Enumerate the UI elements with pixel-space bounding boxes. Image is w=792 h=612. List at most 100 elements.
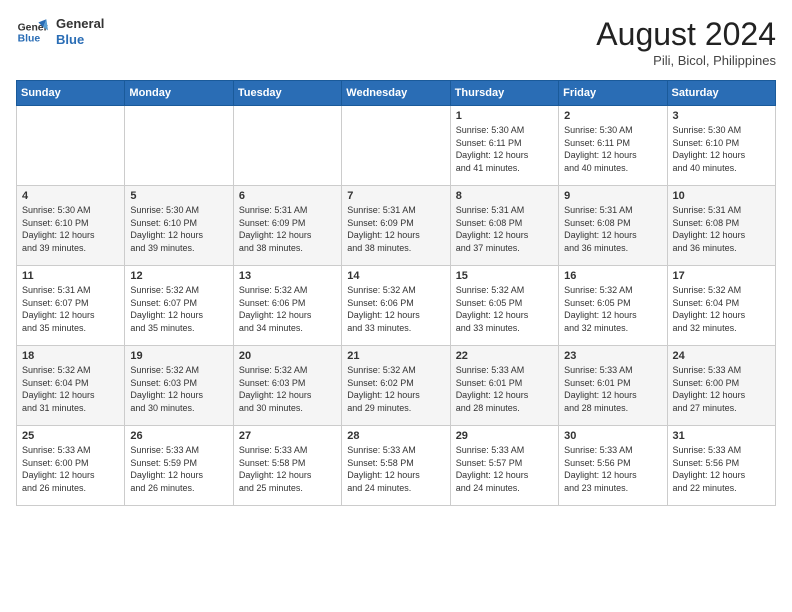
day-info: Sunrise: 5:31 AM Sunset: 6:08 PM Dayligh…: [456, 204, 553, 254]
calendar-cell: 29Sunrise: 5:33 AM Sunset: 5:57 PM Dayli…: [450, 426, 558, 506]
location-subtitle: Pili, Bicol, Philippines: [596, 53, 776, 68]
day-number: 11: [22, 270, 119, 282]
calendar-cell: 1Sunrise: 5:30 AM Sunset: 6:11 PM Daylig…: [450, 106, 558, 186]
day-number: 19: [130, 350, 227, 362]
day-number: 3: [673, 110, 770, 122]
day-info: Sunrise: 5:32 AM Sunset: 6:04 PM Dayligh…: [673, 284, 770, 334]
day-info: Sunrise: 5:32 AM Sunset: 6:05 PM Dayligh…: [456, 284, 553, 334]
day-info: Sunrise: 5:30 AM Sunset: 6:11 PM Dayligh…: [564, 124, 661, 174]
day-info: Sunrise: 5:33 AM Sunset: 5:56 PM Dayligh…: [564, 444, 661, 494]
day-info: Sunrise: 5:33 AM Sunset: 6:01 PM Dayligh…: [456, 364, 553, 414]
calendar-cell: 8Sunrise: 5:31 AM Sunset: 6:08 PM Daylig…: [450, 186, 558, 266]
day-number: 10: [673, 190, 770, 202]
day-number: 6: [239, 190, 336, 202]
day-info: Sunrise: 5:31 AM Sunset: 6:09 PM Dayligh…: [239, 204, 336, 254]
day-info: Sunrise: 5:33 AM Sunset: 5:56 PM Dayligh…: [673, 444, 770, 494]
day-header-sunday: Sunday: [17, 81, 125, 106]
day-number: 20: [239, 350, 336, 362]
calendar-cell: [233, 106, 341, 186]
day-info: Sunrise: 5:31 AM Sunset: 6:07 PM Dayligh…: [22, 284, 119, 334]
day-header-thursday: Thursday: [450, 81, 558, 106]
svg-text:Blue: Blue: [18, 34, 41, 45]
day-info: Sunrise: 5:33 AM Sunset: 6:01 PM Dayligh…: [564, 364, 661, 414]
day-number: 4: [22, 190, 119, 202]
day-info: Sunrise: 5:33 AM Sunset: 5:58 PM Dayligh…: [239, 444, 336, 494]
calendar-cell: 11 Sunrise: 5:31 AM Sunset: 6:07 PM Dayli…: [17, 266, 125, 346]
day-info: Sunrise: 5:31 AM Sunset: 6:09 PM Dayligh…: [347, 204, 444, 254]
logo-text-general: General: [56, 16, 104, 32]
calendar-week-2: 4 Sunrise: 5:30 AM Sunset: 6:10 PM Daylig…: [17, 186, 776, 266]
calendar-cell: 23 Sunrise: 5:33 AM Sunset: 6:01 PM Dayli…: [559, 346, 667, 426]
calendar-cell: [125, 106, 233, 186]
calendar-table: SundayMondayTuesdayWednesdayThursdayFrid…: [16, 80, 776, 506]
day-number: 27: [239, 430, 336, 442]
day-info: Sunrise: 5:32 AM Sunset: 6:07 PM Dayligh…: [130, 284, 227, 334]
day-info: Sunrise: 5:32 AM Sunset: 6:06 PM Dayligh…: [347, 284, 444, 334]
calendar-cell: 24 Sunrise: 5:33 AM Sunset: 6:00 PM Dayli…: [667, 346, 775, 426]
calendar-week-4: 18 Sunrise: 5:32 AM Sunset: 6:04 PM Dayli…: [17, 346, 776, 426]
calendar-cell: 2 Sunrise: 5:30 AM Sunset: 6:11 PM Daylig…: [559, 106, 667, 186]
day-number: 29: [456, 430, 553, 442]
day-number: 1: [456, 110, 553, 122]
calendar-cell: [17, 106, 125, 186]
calendar-cell: 7 Sunrise: 5:31 AM Sunset: 6:09 PM Daylig…: [342, 186, 450, 266]
day-number: 9: [564, 190, 661, 202]
day-number: 23: [564, 350, 661, 362]
day-number: 26: [130, 430, 227, 442]
day-number: 12: [130, 270, 227, 282]
day-header-monday: Monday: [125, 81, 233, 106]
day-number: 24: [673, 350, 770, 362]
calendar-cell: 30 Sunrise: 5:33 AM Sunset: 5:56 PM Dayli…: [559, 426, 667, 506]
day-number: 25: [22, 430, 119, 442]
day-number: 18: [22, 350, 119, 362]
day-number: 7: [347, 190, 444, 202]
calendar-cell: 14 Sunrise: 5:32 AM Sunset: 6:06 PM Dayli…: [342, 266, 450, 346]
day-info: Sunrise: 5:33 AM Sunset: 6:00 PM Dayligh…: [22, 444, 119, 494]
day-info: Sunrise: 5:32 AM Sunset: 6:03 PM Dayligh…: [130, 364, 227, 414]
title-block: August 2024 Pili, Bicol, Philippines: [596, 16, 776, 68]
calendar-cell: 6 Sunrise: 5:31 AM Sunset: 6:09 PM Daylig…: [233, 186, 341, 266]
day-info: Sunrise: 5:31 AM Sunset: 6:08 PM Dayligh…: [564, 204, 661, 254]
day-number: 31: [673, 430, 770, 442]
logo: General Blue General Blue: [16, 16, 104, 48]
day-info: Sunrise: 5:33 AM Sunset: 6:00 PM Dayligh…: [673, 364, 770, 414]
day-number: 30: [564, 430, 661, 442]
day-info: Sunrise: 5:33 AM Sunset: 5:59 PM Dayligh…: [130, 444, 227, 494]
day-header-tuesday: Tuesday: [233, 81, 341, 106]
day-number: 14: [347, 270, 444, 282]
day-number: 28: [347, 430, 444, 442]
calendar-cell: 13Sunrise: 5:32 AM Sunset: 6:06 PM Dayli…: [233, 266, 341, 346]
day-number: 2: [564, 110, 661, 122]
calendar-cell: 15 Sunrise: 5:32 AM Sunset: 6:05 PM Dayli…: [450, 266, 558, 346]
logo-text-blue: Blue: [56, 32, 104, 48]
day-info: Sunrise: 5:30 AM Sunset: 6:10 PM Dayligh…: [673, 124, 770, 174]
calendar-cell: 19 Sunrise: 5:32 AM Sunset: 6:03 PM Dayli…: [125, 346, 233, 426]
day-number: 15: [456, 270, 553, 282]
calendar-cell: 25 Sunrise: 5:33 AM Sunset: 6:00 PM Dayli…: [17, 426, 125, 506]
calendar-week-3: 11 Sunrise: 5:31 AM Sunset: 6:07 PM Dayli…: [17, 266, 776, 346]
day-info: Sunrise: 5:32 AM Sunset: 6:05 PM Dayligh…: [564, 284, 661, 334]
day-info: Sunrise: 5:30 AM Sunset: 6:10 PM Dayligh…: [130, 204, 227, 254]
day-info: Sunrise: 5:30 AM Sunset: 6:10 PM Dayligh…: [22, 204, 119, 254]
page-header: General Blue General Blue August 2024 Pi…: [16, 16, 776, 68]
calendar-cell: 28Sunrise: 5:33 AM Sunset: 5:58 PM Dayli…: [342, 426, 450, 506]
day-headers-row: SundayMondayTuesdayWednesdayThursdayFrid…: [17, 81, 776, 106]
day-header-saturday: Saturday: [667, 81, 775, 106]
day-number: 13: [239, 270, 336, 282]
day-info: Sunrise: 5:32 AM Sunset: 6:04 PM Dayligh…: [22, 364, 119, 414]
calendar-cell: 5Sunrise: 5:30 AM Sunset: 6:10 PM Daylig…: [125, 186, 233, 266]
calendar-week-1: 1 Sunrise: 5:30 AM Sunset: 6:11 PM Daylig…: [17, 106, 776, 186]
calendar-cell: 26 Sunrise: 5:33 AM Sunset: 5:59 PM Dayli…: [125, 426, 233, 506]
logo-icon: General Blue: [16, 16, 48, 48]
calendar-cell: 3 Sunrise: 5:30 AM Sunset: 6:10 PM Daylig…: [667, 106, 775, 186]
calendar-cell: 12 Sunrise: 5:32 AM Sunset: 6:07 PM Dayli…: [125, 266, 233, 346]
calendar-cell: 10Sunrise: 5:31 AM Sunset: 6:08 PM Dayli…: [667, 186, 775, 266]
month-year-title: August 2024: [596, 16, 776, 53]
calendar-cell: 17Sunrise: 5:32 AM Sunset: 6:04 PM Dayli…: [667, 266, 775, 346]
calendar-cell: 27 Sunrise: 5:33 AM Sunset: 5:58 PM Dayli…: [233, 426, 341, 506]
day-header-wednesday: Wednesday: [342, 81, 450, 106]
calendar-cell: 16Sunrise: 5:32 AM Sunset: 6:05 PM Dayli…: [559, 266, 667, 346]
calendar-week-5: 25 Sunrise: 5:33 AM Sunset: 6:00 PM Dayli…: [17, 426, 776, 506]
day-header-friday: Friday: [559, 81, 667, 106]
day-number: 22: [456, 350, 553, 362]
